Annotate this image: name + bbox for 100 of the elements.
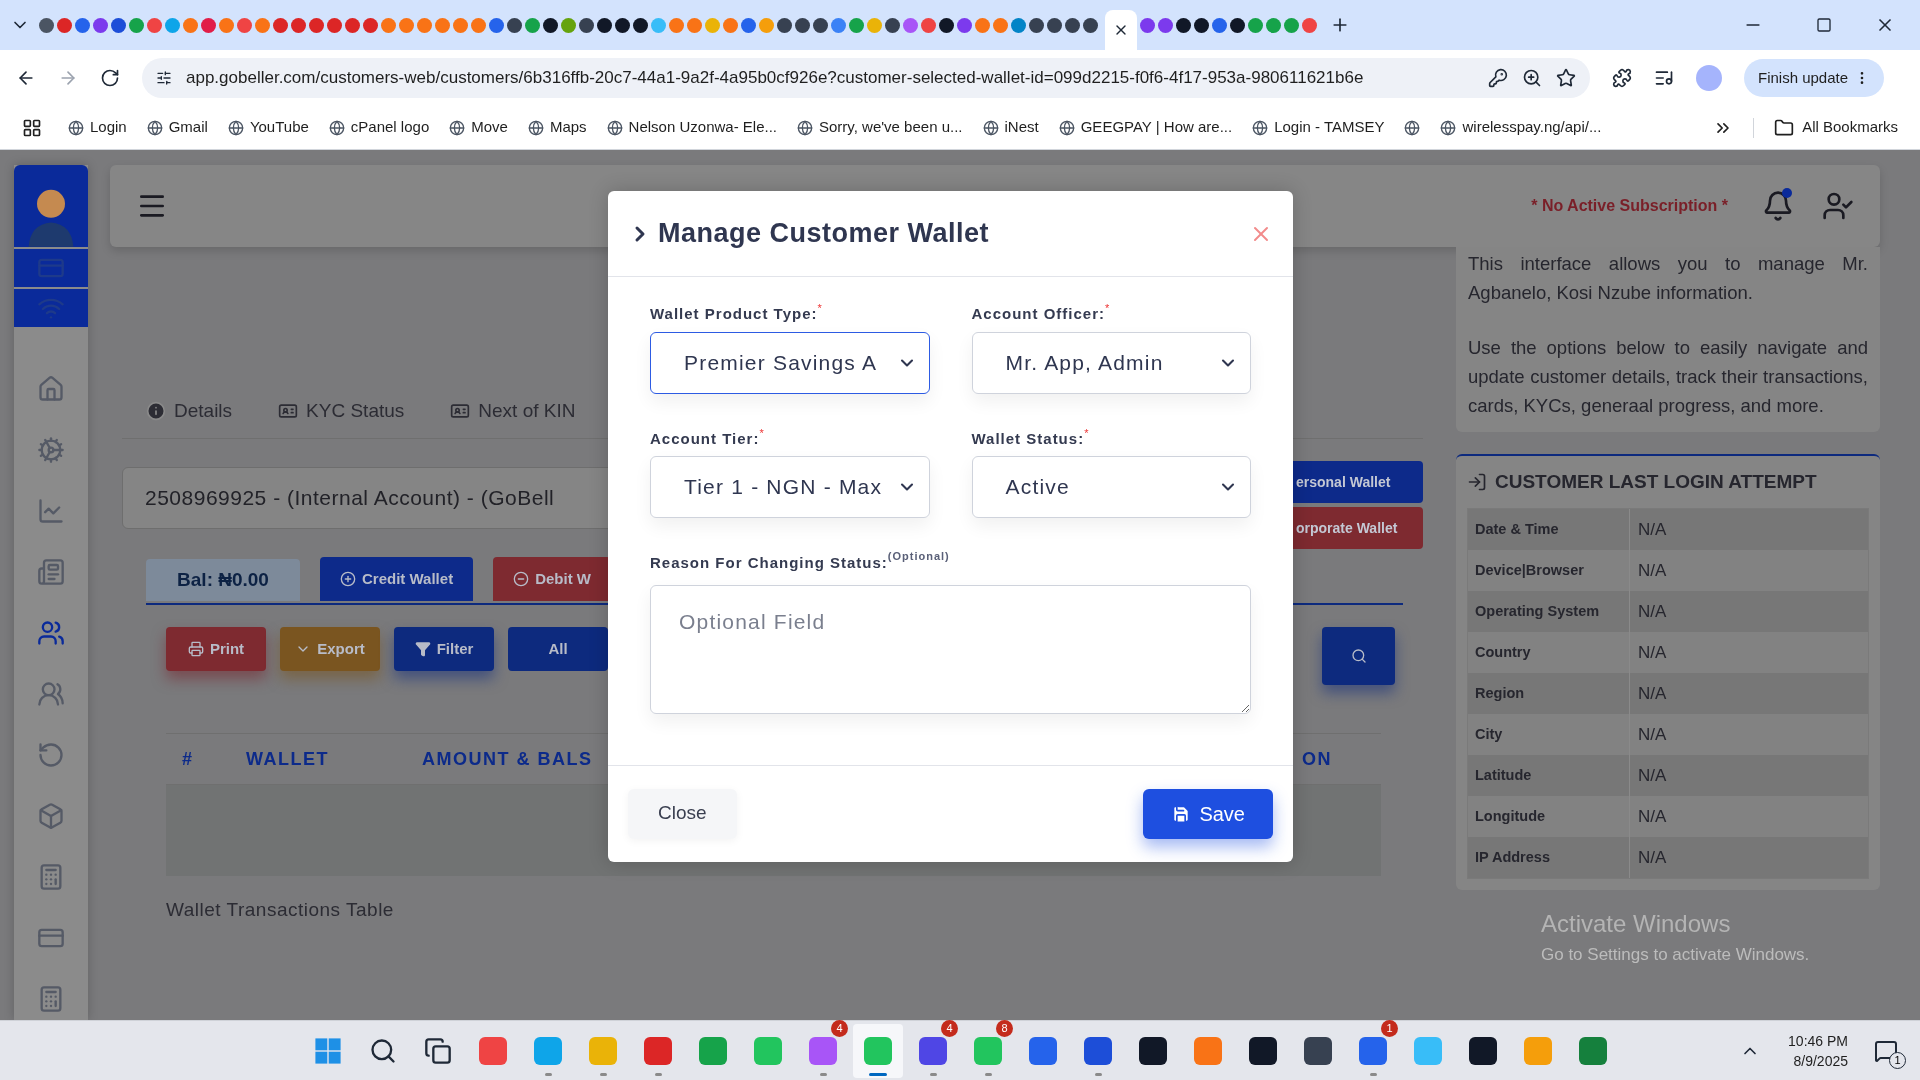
favicon-icon[interactable] (939, 17, 954, 33)
toolbar-button[interactable]: Export (280, 627, 380, 671)
toolbar-button[interactable]: Print (166, 627, 266, 671)
filter-icon (414, 641, 431, 657)
close-button[interactable]: Close (628, 788, 737, 839)
rotate-icon[interactable] (37, 741, 65, 769)
bookmark-link[interactable]: cPanel logo (350, 116, 430, 139)
subscription-notice: * No Active Subscription * (1531, 196, 1728, 216)
plus-circle-icon (340, 571, 356, 587)
app-icon[interactable] (1304, 1037, 1332, 1065)
favicon-icon[interactable] (597, 17, 612, 33)
bookmark-link[interactable]: Maps (549, 116, 587, 139)
media-icon[interactable] (1654, 68, 1674, 88)
favicon-icon[interactable] (615, 17, 630, 33)
address-bar[interactable]: app.gobeller.com/customers-web/customers/6b316ffb-20c7-44a1-9a2f-4a95b0cf926e?customer-selected-wallet-id=099d2215-f0f6-4f17-953a-980611621b6e (142, 58, 1590, 98)
required-mark: * (1084, 427, 1089, 438)
favicon-icon[interactable] (1029, 17, 1044, 33)
bookmark-link[interactable]: Login (90, 116, 127, 139)
all-bookmarks-link[interactable]: All Bookmarks (1802, 116, 1898, 139)
select-field[interactable]: Active (971, 456, 1251, 518)
profile-avatar[interactable] (1696, 65, 1722, 91)
people-icon[interactable] (37, 680, 65, 708)
field-label: Wallet Product Type: (650, 305, 818, 324)
clock-time[interactable]: 10:46 PM (1788, 1030, 1848, 1051)
favicon-icon[interactable] (1047, 17, 1062, 33)
table-caption: Wallet Transactions Table (166, 898, 395, 922)
clock-date[interactable]: 8/9/2025 (1793, 1050, 1848, 1071)
bookmark-globe-icon[interactable] (1404, 119, 1421, 136)
select-field[interactable]: Mr. App, Admin (971, 331, 1251, 394)
bookmark-link[interactable]: GEEGPAY | How are... (1080, 116, 1233, 139)
favicon-icon[interactable] (1176, 17, 1191, 33)
app-icon[interactable] (1249, 1037, 1277, 1065)
bookmark-link[interactable]: Login - TAMSEY (1274, 116, 1385, 139)
app-icon[interactable] (1469, 1037, 1497, 1065)
favicon-icon[interactable] (1230, 17, 1245, 33)
required-mark: * (817, 303, 822, 313)
field-label: Account Tier: (650, 428, 760, 449)
box-icon[interactable] (37, 802, 65, 830)
favicon-icon[interactable] (633, 17, 648, 33)
user-icon[interactable] (1822, 190, 1854, 222)
favicon-icon[interactable] (543, 17, 558, 33)
site-info-icon[interactable] (156, 70, 172, 86)
table-cell: IP Address (1468, 837, 1630, 878)
extensions-icon[interactable] (1612, 68, 1632, 88)
favicon-icon (527, 119, 544, 136)
favicon-icon[interactable] (777, 17, 792, 33)
toolbar-button[interactable]: Filter (394, 627, 494, 671)
app-icon[interactable] (1139, 1037, 1167, 1065)
notification-badge: 4 (831, 1020, 848, 1037)
favicon-icon[interactable] (885, 17, 900, 33)
search-icon[interactable] (369, 1037, 397, 1065)
favicon-icon[interactable] (1083, 17, 1098, 33)
zoom-icon[interactable] (1522, 68, 1542, 88)
toolbar-button[interactable]: All (508, 627, 608, 671)
favicon-icon[interactable] (579, 17, 594, 33)
home-icon[interactable] (37, 375, 65, 403)
table-cell-text: N/A (1637, 764, 1667, 787)
bookmark-link[interactable]: iNest (1004, 116, 1039, 139)
finish-update-button[interactable]: Finish update (1744, 59, 1885, 97)
favicon-icon[interactable] (813, 17, 828, 33)
bookmark-star-icon[interactable] (1556, 68, 1576, 88)
key-icon[interactable] (1488, 68, 1508, 88)
info-paragraph: This interface allows you to manage Mr. Agbanelo, Kosi Nzube information. (1468, 252, 1868, 305)
select-field[interactable]: Premier Savings A (650, 331, 930, 394)
newspaper-icon[interactable] (37, 558, 65, 586)
save-button[interactable]: Save (1143, 788, 1273, 839)
restore-icon[interactable] (1816, 17, 1832, 33)
favicon-icon[interactable] (1065, 17, 1080, 33)
reload-icon[interactable] (100, 68, 120, 88)
favicon-icon[interactable] (507, 17, 522, 33)
bookmark-link[interactable]: Sorry, we've been u... (819, 116, 963, 139)
favicon-icon (606, 119, 623, 136)
settings-icon[interactable] (37, 436, 65, 464)
notification-center-icon[interactable] (1874, 1038, 1898, 1063)
wallet-action-button[interactable]: Credit Wallet (320, 557, 474, 601)
select-field[interactable]: Tier 1 - NGN - Max (650, 456, 930, 518)
bookmark-link[interactable]: Move (471, 116, 508, 139)
notifications-icon[interactable] (1762, 190, 1794, 222)
favicon-icon[interactable] (795, 17, 810, 33)
bookmark-link[interactable]: wirelesspay.ng/api/... (1462, 116, 1602, 139)
wallet-action-button[interactable]: Debit W (493, 557, 611, 601)
reason-textarea[interactable]: Optional Field (650, 584, 1251, 714)
info-icon (146, 401, 166, 422)
bookmark-link[interactable]: Nelson Uzonwa- Ele... (628, 116, 777, 139)
bookmark-link[interactable]: YouTube (249, 116, 309, 139)
favicon-icon (328, 119, 345, 136)
favicon-icon[interactable] (1194, 17, 1209, 33)
favicon-icon[interactable] (39, 17, 54, 33)
task-view-icon[interactable] (424, 1037, 452, 1065)
users-icon[interactable] (37, 619, 65, 647)
chart-icon[interactable] (37, 497, 65, 525)
table-cell-text: N/A (1637, 805, 1667, 828)
favicon-icon (68, 119, 84, 136)
favicon-icon (1440, 119, 1457, 136)
apps-grid-icon[interactable] (22, 117, 42, 138)
table-cell-text: N/A (1637, 723, 1667, 746)
windows-logo-icon[interactable] (314, 1037, 342, 1065)
bookmark-link[interactable]: Gmail (168, 116, 208, 139)
column-header: AMOUNT & BALS (422, 747, 594, 771)
column-header: # (182, 747, 195, 771)
